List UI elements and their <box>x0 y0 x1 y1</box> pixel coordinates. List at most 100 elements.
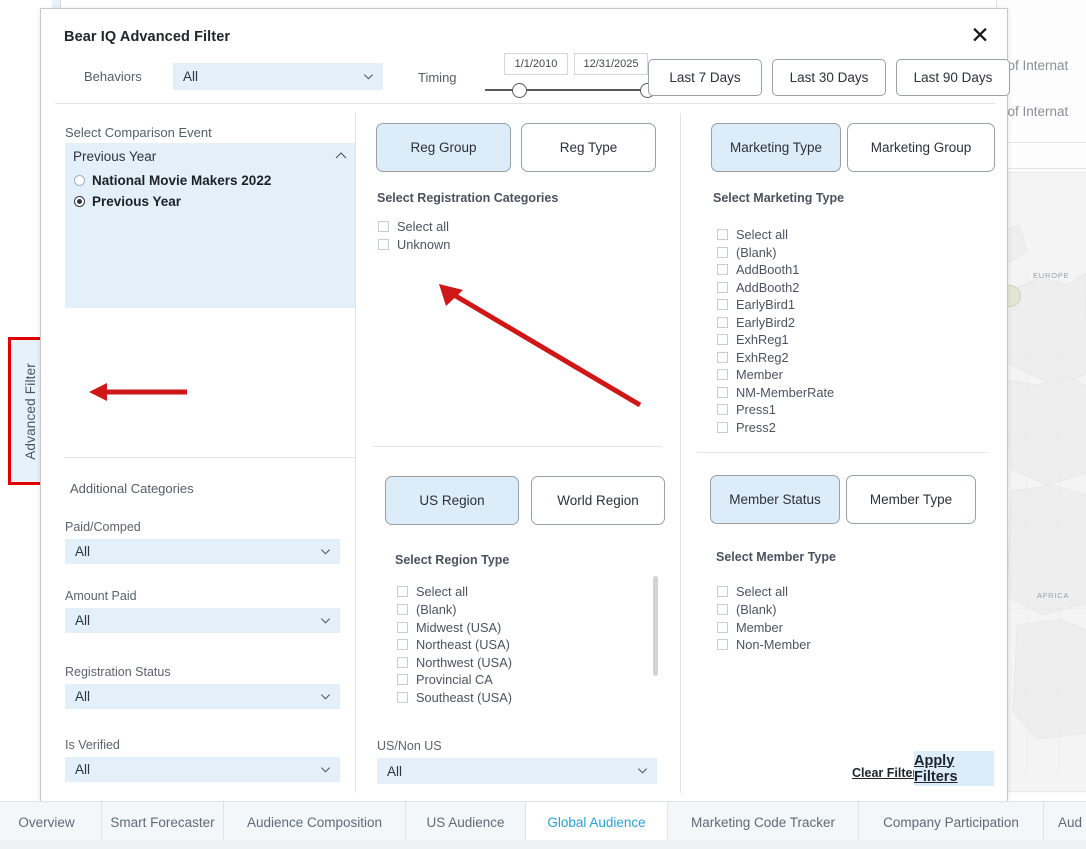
checkbox-row-select-all[interactable]: Select all <box>397 584 468 599</box>
checkbox-row-northeast-usa[interactable]: Northeast (USA) <box>397 637 510 652</box>
checkbox-icon <box>717 264 728 275</box>
checkbox-icon <box>397 657 408 668</box>
registration-status-select[interactable]: All <box>65 684 340 709</box>
checkbox-label: Select all <box>397 219 449 234</box>
chevron-down-icon <box>320 764 331 775</box>
apply-filters-label: Apply Filters <box>914 753 994 785</box>
checkbox-label: ExhReg2 <box>736 350 789 365</box>
paid-comped-select[interactable]: All <box>65 539 340 564</box>
checkbox-row-blank[interactable]: (Blank) <box>397 602 457 617</box>
map-label-africa: AFRICA <box>1037 591 1069 600</box>
tab-global-audience[interactable]: Global Audience <box>526 802 668 845</box>
tab-smart-forecaster[interactable]: Smart Forecaster <box>102 802 224 842</box>
chevron-down-icon <box>363 71 374 82</box>
checkbox-row-earlybird2[interactable]: EarlyBird2 <box>717 315 795 330</box>
checkbox-row-exhreg1[interactable]: ExhReg1 <box>717 332 789 347</box>
last-30-days-button[interactable]: Last 30 Days <box>772 59 886 96</box>
date-end-field[interactable]: 12/31/2025 <box>574 53 648 75</box>
tab-member-type[interactable]: Member Type <box>846 475 976 524</box>
registration-list-label: Select Registration Categories <box>377 191 558 205</box>
divider <box>372 446 662 447</box>
tab-aud[interactable]: Aud <box>1044 802 1086 842</box>
close-icon[interactable]: ✕ <box>965 21 995 51</box>
tab-overview[interactable]: Overview <box>0 802 102 842</box>
checkbox-row-select-all[interactable]: Select all <box>717 584 788 599</box>
tab-company-participation[interactable]: Company Participation <box>859 802 1044 842</box>
checkbox-row-provincial-ca[interactable]: Provincial CA <box>397 672 493 687</box>
registration-status-label: Registration Status <box>65 665 171 679</box>
amount-paid-select[interactable]: All <box>65 608 340 633</box>
checkbox-row-southeast-usa[interactable]: Southeast (USA) <box>397 690 512 705</box>
checkbox-row-select-all[interactable]: Select all <box>378 219 449 234</box>
checkbox-label: Unknown <box>397 237 450 252</box>
checkbox-row-exhreg2[interactable]: ExhReg2 <box>717 350 789 365</box>
page-title: Bear IQ Advanced Filter <box>64 29 230 45</box>
checkbox-row-non-member[interactable]: Non-Member <box>717 637 811 652</box>
tab-reg-group[interactable]: Reg Group <box>376 123 511 172</box>
checkbox-label: Press1 <box>736 402 776 417</box>
tab-us-region[interactable]: US Region <box>385 476 519 525</box>
checkbox-row-addbooth1[interactable]: AddBooth1 <box>717 262 799 277</box>
checkbox-row-earlybird1[interactable]: EarlyBird1 <box>717 297 795 312</box>
date-start-field[interactable]: 1/1/2010 <box>504 53 568 75</box>
advanced-filter-label: Advanced Filter <box>23 363 38 460</box>
checkbox-row-member[interactable]: Member <box>717 367 783 382</box>
checkbox-row-nm-memberrate[interactable]: NM-MemberRate <box>717 385 834 400</box>
comparison-section-label: Select Comparison Event <box>65 125 212 140</box>
checkbox-row-blank[interactable]: (Blank) <box>717 602 777 617</box>
comparison-group-label: Previous Year <box>73 149 156 164</box>
us-non-us-select[interactable]: All <box>377 758 657 784</box>
checkbox-row-press2[interactable]: Press2 <box>717 420 776 435</box>
last-90-days-button[interactable]: Last 90 Days <box>896 59 1010 96</box>
marketing-list-label: Select Marketing Type <box>713 191 844 205</box>
checkbox-row-addbooth2[interactable]: AddBooth2 <box>717 280 799 295</box>
slider-handle-start[interactable] <box>512 83 527 98</box>
radio-option-national-movie-makers[interactable]: National Movie Makers 2022 <box>74 173 271 188</box>
is-verified-select[interactable]: All <box>65 757 340 782</box>
checkbox-label: Northwest (USA) <box>416 655 512 670</box>
radio-icon <box>74 175 85 186</box>
checkbox-row-blank[interactable]: (Blank) <box>717 245 777 260</box>
checkbox-row-unknown[interactable]: Unknown <box>378 237 450 252</box>
tab-member-status[interactable]: Member Status <box>710 475 840 524</box>
region-list-label: Select Region Type <box>395 553 509 567</box>
member-list-label: Select Member Type <box>716 550 836 564</box>
checkbox-icon <box>717 299 728 310</box>
tab-audience-composition[interactable]: Audience Composition <box>224 802 406 842</box>
behaviors-select[interactable]: All <box>173 63 383 90</box>
filter-header: Behaviors All Timing 1/1/2010 12/31/2025… <box>41 51 1009 103</box>
chevron-down-icon <box>320 691 331 702</box>
checkbox-label: Member <box>736 367 783 382</box>
tab-us-audience[interactable]: US Audience <box>406 802 526 842</box>
background-text-row: t of Internat <box>1000 104 1068 119</box>
chevron-down-icon <box>637 765 648 776</box>
checkbox-row-member[interactable]: Member <box>717 620 783 635</box>
radio-option-previous-year[interactable]: Previous Year <box>74 194 181 209</box>
checkbox-icon <box>717 352 728 363</box>
timing-range-slider[interactable]: 1/1/2010 12/31/2025 <box>472 53 667 98</box>
checkbox-icon <box>397 586 408 597</box>
tab-marketing-type[interactable]: Marketing Type <box>711 123 841 172</box>
checkbox-icon <box>717 247 728 258</box>
paid-comped-value: All <box>75 544 90 559</box>
advanced-filter-dialog: Bear IQ Advanced Filter ✕ Behaviors All … <box>40 8 1008 803</box>
tab-world-region[interactable]: World Region <box>531 476 665 525</box>
checkbox-row-select-all[interactable]: Select all <box>717 227 788 242</box>
checkbox-row-northwest-usa[interactable]: Northwest (USA) <box>397 655 512 670</box>
checkbox-icon <box>397 639 408 650</box>
tab-reg-type[interactable]: Reg Type <box>521 123 656 172</box>
tab-marketing-code-tracker[interactable]: Marketing Code Tracker <box>668 802 859 842</box>
apply-filters-button[interactable]: Apply Filters <box>914 751 994 786</box>
checkbox-icon <box>397 622 408 633</box>
checkbox-row-press1[interactable]: Press1 <box>717 402 776 417</box>
amount-paid-value: All <box>75 613 90 628</box>
region-list-scrollbar[interactable] <box>653 576 658 676</box>
checkbox-label: AddBooth1 <box>736 262 799 277</box>
last-7-days-button[interactable]: Last 7 Days <box>648 59 762 96</box>
checkbox-label: EarlyBird2 <box>736 315 795 330</box>
tab-marketing-group[interactable]: Marketing Group <box>847 123 995 172</box>
checkbox-label: (Blank) <box>416 602 457 617</box>
checkbox-row-midwest-usa[interactable]: Midwest (USA) <box>397 620 501 635</box>
comparison-group-header[interactable]: Previous Year <box>65 143 355 169</box>
radio-label: National Movie Makers 2022 <box>92 173 271 188</box>
